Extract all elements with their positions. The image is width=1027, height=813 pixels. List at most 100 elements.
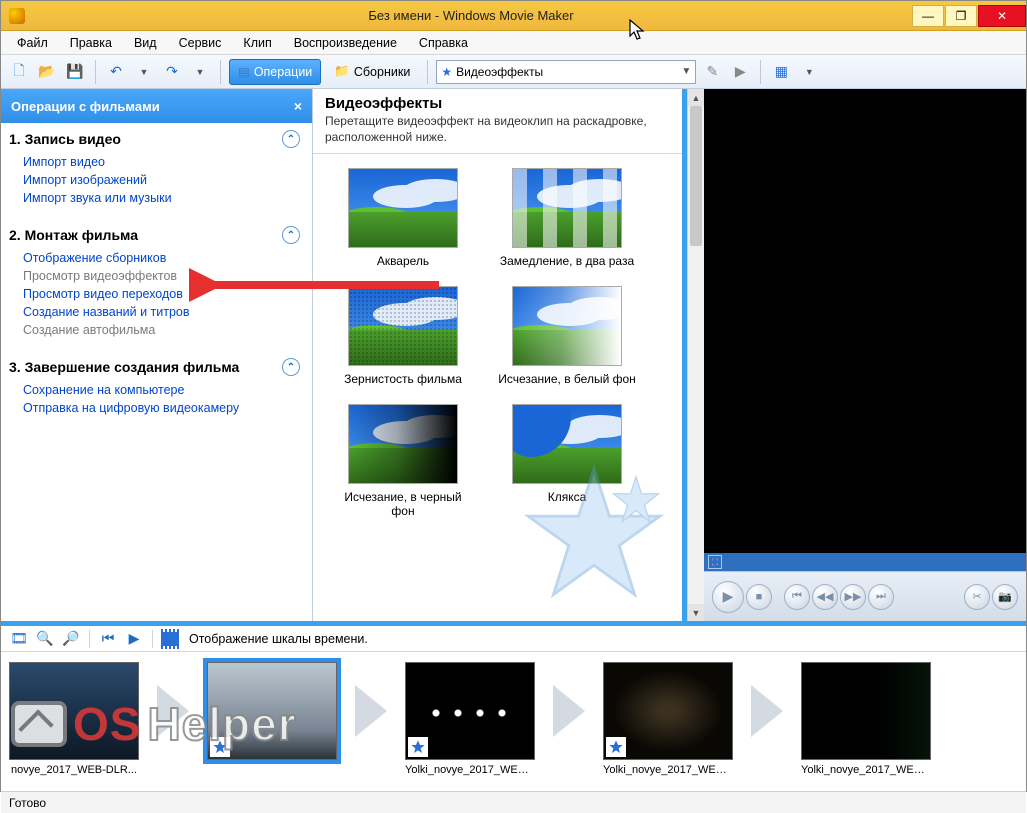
save-button[interactable]: 💾	[63, 60, 87, 84]
minimize-button[interactable]: —	[912, 5, 944, 27]
effects-pane: Видеоэффекты Перетащите видеоэффект на в…	[313, 89, 687, 621]
menu-edit[interactable]: Правка	[60, 33, 122, 53]
clip-thumbnail[interactable]	[603, 662, 733, 760]
transition-slot[interactable]	[539, 662, 599, 760]
menu-clip[interactable]: Клип	[233, 33, 281, 53]
redo-button[interactable]: ↷	[160, 60, 184, 84]
task-link[interactable]: Просмотр видео переходов	[23, 285, 312, 303]
app-icon	[9, 8, 25, 24]
storyboard[interactable]: novye_2017_WEB-DLR... Yolki_novye_2017_WE…	[1, 651, 1026, 791]
list-icon: ▤	[238, 64, 250, 79]
task-section-header[interactable]: 3. Завершение создания фильма ⌃	[1, 355, 312, 379]
scroll-down-button[interactable]: ▼	[688, 604, 704, 621]
storyboard-clip[interactable]: Yolki_novye_2017_WEB-DLR...	[603, 662, 733, 776]
scroll-up-button[interactable]: ▲	[688, 89, 704, 106]
transition-slot[interactable]	[143, 662, 203, 760]
preview-video	[704, 89, 1026, 553]
clip-filename: novye_2017_WEB-DLR...	[11, 764, 137, 776]
effect-label: Замедление, в два раза	[497, 254, 637, 268]
task-link[interactable]: Создание автофильма	[23, 321, 312, 339]
operations-button[interactable]: ▤ Операции	[229, 59, 321, 85]
redo-dropdown[interactable]: ▼	[188, 60, 212, 84]
collapse-icon[interactable]: ⌃	[282, 130, 300, 148]
menu-file[interactable]: Файл	[7, 33, 58, 53]
undo-dropdown[interactable]: ▼	[132, 60, 156, 84]
task-pane-close[interactable]: ×	[294, 98, 302, 114]
menu-view[interactable]: Вид	[124, 33, 167, 53]
task-section-header[interactable]: 1. Запись видео⌃	[1, 127, 312, 151]
clip-thumbnail[interactable]	[207, 662, 337, 760]
task-link[interactable]: Импорт звука или музыки	[23, 189, 312, 207]
effects-title: Видеоэффекты	[325, 95, 682, 112]
snapshot-button[interactable]: 📷	[992, 584, 1018, 610]
zoom-out-button[interactable]: 🔎	[61, 629, 81, 649]
task-link[interactable]: Импорт видео	[23, 153, 312, 171]
menu-play[interactable]: Воспроизведение	[284, 33, 407, 53]
nav-fwd-button[interactable]: ▶	[728, 60, 752, 84]
effect-item[interactable]: Замедление, в два раза	[497, 168, 637, 268]
effect-badge-icon	[606, 737, 626, 757]
effects-combo[interactable]: ★ Видеоэффекты ▼	[436, 60, 696, 84]
maximize-button[interactable]: ❐	[945, 5, 977, 27]
effect-label: Зернистость фильма	[333, 372, 473, 386]
fullscreen-icon[interactable]: ⛶	[708, 555, 722, 569]
clip-thumbnail[interactable]	[801, 662, 931, 760]
collapse-icon[interactable]: ⌃	[282, 226, 300, 244]
zoom-in-button[interactable]: 🔍	[35, 629, 55, 649]
open-button[interactable]: 📂	[35, 60, 59, 84]
effects-scrollbar[interactable]: ▲ ▼	[687, 89, 704, 621]
menu-tools[interactable]: Сервис	[169, 33, 232, 53]
effect-item[interactable]: Исчезание, в белый фон	[497, 286, 637, 386]
timeline-label[interactable]: Отображение шкалы времени.	[189, 632, 368, 646]
task-link[interactable]: Отображение сборников	[23, 249, 312, 267]
effect-label: Исчезание, в черный фон	[333, 490, 473, 518]
task-section-header[interactable]: 2. Монтаж фильма ⌃	[1, 223, 312, 247]
chevron-down-icon: ▼	[681, 66, 691, 77]
collections-button[interactable]: 📁 Сборники	[325, 59, 419, 85]
transition-slot[interactable]	[737, 662, 797, 760]
storyboard-clip[interactable]	[207, 662, 337, 764]
task-section-title: 3. Завершение создания фильма	[9, 359, 239, 375]
view-button[interactable]: ▦	[769, 60, 793, 84]
storyboard-clip[interactable]: novye_2017_WEB-DLR...	[9, 662, 139, 776]
storyboard-clip[interactable]: Yolki_novye_2017_WEB-DLR...	[405, 662, 535, 776]
collections-label: Сборники	[354, 65, 410, 79]
tl-rewind-button[interactable]: ⏮	[98, 629, 118, 649]
scroll-track[interactable]	[688, 106, 704, 604]
task-section-title: 2. Монтаж фильма	[9, 227, 138, 243]
effect-item[interactable]: Исчезание, в черный фон	[333, 404, 473, 518]
task-link[interactable]: Сохранение на компьютере	[23, 381, 312, 399]
effect-item[interactable]: Клякса	[497, 404, 637, 518]
task-link[interactable]: Отправка на цифровую видеокамеру	[23, 399, 312, 417]
clip-filename: Yolki_novye_2017_WEB-DLR...	[405, 764, 535, 776]
scroll-thumb[interactable]	[690, 106, 702, 246]
collapse-icon[interactable]: ⌃	[282, 358, 300, 376]
clip-thumbnail[interactable]	[9, 662, 139, 760]
effect-item[interactable]: Зернистость фильма	[333, 286, 473, 386]
tl-play-button[interactable]: ▶	[124, 629, 144, 649]
transition-slot[interactable]	[341, 662, 401, 760]
timeline-toggle-button[interactable]: 🎞	[9, 629, 29, 649]
play-button[interactable]: ▶	[712, 581, 744, 613]
task-link[interactable]: Создание названий и титров	[23, 303, 312, 321]
view-dropdown[interactable]: ▼	[797, 60, 821, 84]
stop-button[interactable]: ■	[746, 584, 772, 610]
prev-clip-button[interactable]: ⏮	[784, 584, 810, 610]
toolbar: 🗋 📂 💾 ↶ ▼ ↷ ▼ ▤ Операции 📁 Сборники ★ Ви…	[1, 55, 1026, 89]
storyboard-clip[interactable]: Yolki_novye_2017_WEB-DLR...	[801, 662, 931, 776]
separator	[427, 60, 428, 84]
nav-up-button[interactable]: ✎	[700, 60, 724, 84]
menu-help[interactable]: Справка	[409, 33, 478, 53]
undo-button[interactable]: ↶	[104, 60, 128, 84]
clip-thumbnail[interactable]	[405, 662, 535, 760]
effect-item[interactable]: Акварель	[333, 168, 473, 268]
rewind-button[interactable]: ◀◀	[812, 584, 838, 610]
new-button[interactable]: 🗋	[7, 60, 31, 84]
close-button[interactable]: ✕	[978, 5, 1026, 27]
split-button[interactable]: ✂	[964, 584, 990, 610]
forward-button[interactable]: ▶▶	[840, 584, 866, 610]
next-clip-button[interactable]: ⏭	[868, 584, 894, 610]
task-link[interactable]: Импорт изображений	[23, 171, 312, 189]
task-link[interactable]: Просмотр видеоэффектов	[23, 267, 312, 285]
clip-filename: Yolki_novye_2017_WEB-DLR...	[801, 764, 931, 776]
